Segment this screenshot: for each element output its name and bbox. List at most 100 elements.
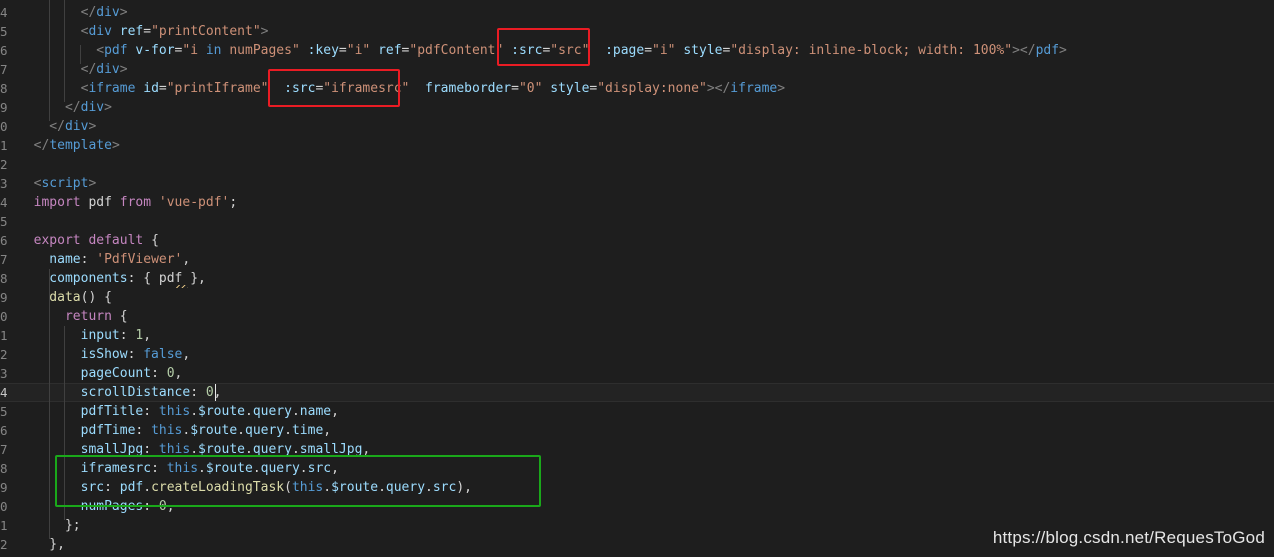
line-number: 5: [0, 214, 8, 229]
code-token: >: [119, 62, 128, 77]
line-number: 1: [0, 328, 8, 343]
code-line[interactable]: 8 components: { pdf },: [0, 269, 1274, 288]
line-number: 8: [0, 271, 8, 286]
code-token: :: [151, 366, 167, 381]
code-line[interactable]: 2 isShow: false,: [0, 345, 1274, 364]
code-token: () {: [80, 290, 112, 305]
code-token: =: [158, 81, 167, 96]
code-token: ></: [1012, 43, 1036, 58]
code-token: =: [644, 43, 653, 58]
code-line[interactable]: 3 pageCount: 0,: [0, 364, 1274, 383]
code-token: time: [291, 423, 324, 438]
code-line[interactable]: 6 pdfTime: this.$route.query.time,: [0, 421, 1274, 440]
code-token: .: [190, 404, 199, 419]
code-line[interactable]: 4 import pdf from 'vue-pdf';: [0, 193, 1274, 212]
code-token: ></: [706, 81, 731, 96]
code-token: : { pdf },: [127, 271, 206, 286]
code-token: >: [777, 81, 786, 96]
code-token: 'PdfViewer': [96, 252, 183, 267]
code-text: name: 'PdfViewer',: [18, 250, 190, 269]
code-text: data() {: [18, 288, 112, 307]
code-token: },: [18, 537, 65, 552]
code-token: "0": [518, 81, 551, 96]
code-token: pageCount: [18, 366, 152, 381]
code-token: numPages": [221, 43, 308, 58]
code-text: </div>: [18, 60, 128, 79]
code-token: $route: [190, 423, 238, 438]
code-token: </: [18, 119, 65, 134]
line-number: 0: [0, 309, 8, 324]
line-number: 9: [0, 290, 8, 305]
code-line[interactable]: 5 <div ref="printContent">: [0, 22, 1274, 41]
code-line[interactable]: 0 return {: [0, 307, 1274, 326]
code-token: ;: [229, 195, 238, 210]
code-token: =: [143, 24, 152, 39]
line-number: 2: [0, 157, 8, 172]
code-token: "i: [182, 43, 206, 58]
line-number: 3: [0, 176, 8, 191]
code-line[interactable]: 7 </div>: [0, 60, 1274, 79]
code-token: .: [284, 423, 292, 438]
code-token: style: [550, 81, 590, 96]
code-token: 'vue-pdf': [158, 195, 230, 210]
code-line[interactable]: 1 input: 1,: [0, 326, 1274, 345]
code-token: :: [80, 252, 97, 267]
code-line[interactable]: 4 </div>: [0, 3, 1274, 22]
code-editor[interactable]: 2 }, 1 }; 0 numPages: 0, 9 src: pdf.createL…: [0, 0, 1274, 557]
line-number: 4: [0, 195, 8, 210]
code-token: :: [127, 347, 144, 362]
code-token: script: [41, 176, 89, 191]
code-text: },: [18, 535, 65, 554]
code-line[interactable]: 5 pdfTitle: this.$route.query.name,: [0, 402, 1274, 421]
code-line[interactable]: 3 <script>: [0, 174, 1274, 193]
code-token: div: [96, 62, 120, 77]
line-number: 0: [0, 499, 8, 514]
code-text: pdfTitle: this.$route.query.name,: [18, 402, 339, 421]
code-token: this: [151, 423, 183, 438]
code-token: div: [88, 24, 120, 39]
code-token: "printContent": [151, 24, 261, 39]
indent-guide: [64, 0, 65, 102]
code-token: ,: [143, 328, 152, 343]
code-token: :key: [307, 43, 339, 58]
code-token: :page: [605, 43, 645, 58]
code-text: <script>: [18, 174, 97, 193]
highlight-src-binding: [497, 28, 590, 66]
code-line[interactable]: 7 name: 'PdfViewer',: [0, 250, 1274, 269]
code-token: pdf: [104, 43, 136, 58]
code-text: </template>: [18, 136, 120, 155]
line-number: 6: [0, 233, 8, 248]
watermark: https://blog.csdn.net/RequesToGod: [992, 528, 1265, 547]
code-token: import: [18, 195, 89, 210]
code-token: query: [252, 404, 292, 419]
code-token: v-for: [135, 43, 175, 58]
code-token: {: [151, 233, 159, 248]
code-text: isShow: false,: [18, 345, 191, 364]
line-number: 9: [0, 480, 8, 495]
code-line[interactable]: 5: [0, 212, 1274, 231]
code-text: </div>: [18, 3, 128, 22]
code-token: "display:none": [597, 81, 707, 96]
code-line[interactable]: 6 export default {: [0, 231, 1274, 250]
code-token: export default: [18, 233, 152, 248]
code-line[interactable]: 1 </template>: [0, 136, 1274, 155]
code-token: $route: [198, 404, 245, 419]
code-token: <: [18, 24, 89, 39]
code-line[interactable]: 4 scrollDistance: 0,: [0, 383, 1274, 402]
code-token: div: [64, 119, 89, 134]
code-text: pageCount: 0,: [18, 364, 183, 383]
code-line[interactable]: 2: [0, 155, 1274, 174]
code-line[interactable]: 0 </div>: [0, 117, 1274, 136]
code-token: from: [119, 195, 159, 210]
code-line[interactable]: 8 <iframe id="printIframe" :src="iframes…: [0, 79, 1274, 98]
code-line[interactable]: 9 data() {: [0, 288, 1274, 307]
code-token: name: [299, 404, 332, 419]
code-token: ,: [323, 423, 332, 438]
code-line[interactable]: 6 <pdf v-for="i in numPages" :key="i" re…: [0, 41, 1274, 60]
code-token: </: [18, 62, 97, 77]
code-token: :: [119, 328, 136, 343]
code-token: {: [119, 309, 128, 324]
code-line[interactable]: 9 </div>: [0, 98, 1274, 117]
code-token: ,: [174, 366, 183, 381]
code-token: name: [18, 252, 81, 267]
